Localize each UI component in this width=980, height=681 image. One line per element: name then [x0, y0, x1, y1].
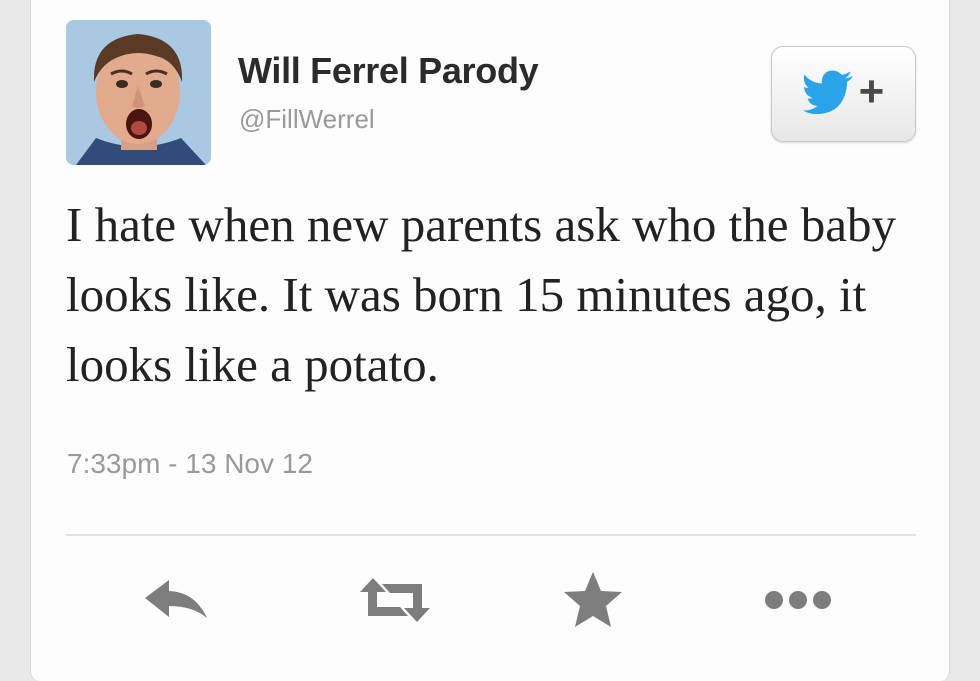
more-button[interactable] [758, 568, 838, 632]
reply-icon [143, 578, 209, 622]
user-handle[interactable]: @FillWerrel [239, 104, 375, 135]
more-icon [763, 588, 833, 612]
favorite-star-icon [562, 570, 624, 630]
favorite-button[interactable] [553, 568, 633, 632]
display-name[interactable]: Will Ferrel Parody [238, 50, 539, 92]
reply-button[interactable] [136, 568, 216, 632]
avatar-image [66, 20, 211, 165]
twitter-bird-icon [802, 70, 855, 119]
tweet-timestamp[interactable]: 7:33pm - 13 Nov 12 [67, 448, 313, 480]
retweet-icon [356, 574, 434, 626]
tweet-text: I hate when new parents ask who the baby… [66, 197, 897, 392]
follow-plus: + [858, 67, 885, 116]
divider [66, 534, 916, 536]
avatar[interactable] [66, 20, 211, 165]
retweet-button[interactable] [355, 568, 435, 632]
tweet-card: Will Ferrel Parody @FillWerrel + I hate … [30, 0, 950, 681]
follow-button[interactable]: + [771, 46, 916, 142]
